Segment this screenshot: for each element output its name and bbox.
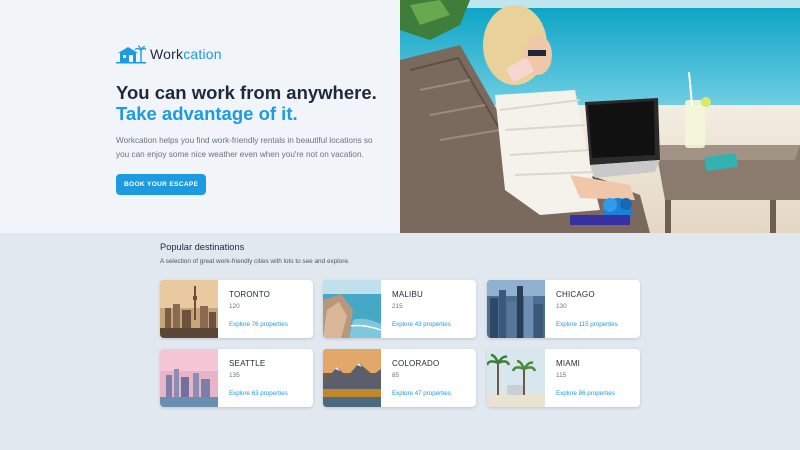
section-subtitle: A selection of great work-friendly citie…	[160, 258, 350, 265]
section-title: Popular destinations	[160, 242, 245, 252]
destination-card-malibu[interactable]: MALIBU 215 Explore 43 properties	[323, 280, 476, 338]
destination-card-seattle[interactable]: SEATTLE 135 Explore 63 properties	[160, 349, 313, 407]
city-name: SEATTLE	[229, 359, 266, 368]
city-name: TORONTO	[229, 290, 271, 299]
seattle-thumbnail	[160, 349, 218, 407]
destination-card-miami[interactable]: MIAMI 115 Explore 86 properties	[487, 349, 640, 407]
destination-card-colorado[interactable]: COLORADO 85 Explore 47 properties	[323, 349, 476, 407]
miami-thumbnail	[487, 349, 545, 407]
hero-section: Workcation You can work from anywhere. T…	[0, 0, 800, 233]
hero-image	[400, 0, 800, 233]
explore-properties-link[interactable]: Explore 47 properties	[392, 390, 451, 397]
brand-name-part2: cation	[183, 46, 222, 62]
malibu-thumbnail	[323, 280, 381, 338]
city-price: 85	[392, 372, 400, 379]
explore-properties-link[interactable]: Explore 115 properties	[556, 321, 618, 328]
colorado-thumbnail	[323, 349, 381, 407]
city-name: CHICAGO	[556, 290, 595, 299]
brand-name: Workcation	[150, 46, 222, 62]
brand-name-part1: Work	[150, 46, 184, 62]
city-name: MIAMI	[556, 359, 581, 368]
explore-properties-link[interactable]: Explore 86 properties	[556, 390, 615, 397]
hero-description: Workcation helps you find work-friendly …	[116, 136, 373, 159]
city-price: 215	[392, 303, 403, 310]
brand-logo[interactable]: Workcation	[116, 42, 386, 66]
explore-properties-link[interactable]: Explore 63 properties	[229, 390, 288, 397]
city-name: COLORADO	[392, 359, 440, 368]
hero-content: Workcation You can work from anywhere. T…	[116, 42, 386, 195]
book-your-escape-button[interactable]: BOOK YOUR ESCAPE	[116, 174, 207, 195]
headline-line1: You can work from anywhere.	[116, 82, 377, 103]
destination-card-chicago[interactable]: CHICAGO 130 Explore 115 properties	[487, 280, 640, 338]
destination-card-toronto[interactable]: TORONTO 120 Explore 76 properties	[160, 280, 313, 338]
explore-properties-link[interactable]: Explore 76 properties	[229, 321, 288, 328]
headline-line2: Take advantage of it.	[116, 103, 298, 124]
chicago-thumbnail	[487, 280, 545, 338]
city-price: 115	[556, 372, 567, 379]
popular-destinations-section: Popular destinations A selection of grea…	[160, 242, 640, 407]
city-price: 130	[556, 303, 567, 310]
hero-headline: You can work from anywhere. Take advanta…	[116, 82, 386, 124]
city-price: 120	[229, 303, 240, 310]
beach-house-logo-icon	[116, 45, 146, 64]
explore-properties-link[interactable]: Explore 43 properties	[392, 321, 451, 328]
city-price: 135	[229, 372, 240, 379]
city-name: MALIBU	[392, 290, 423, 299]
toronto-thumbnail	[160, 280, 218, 338]
